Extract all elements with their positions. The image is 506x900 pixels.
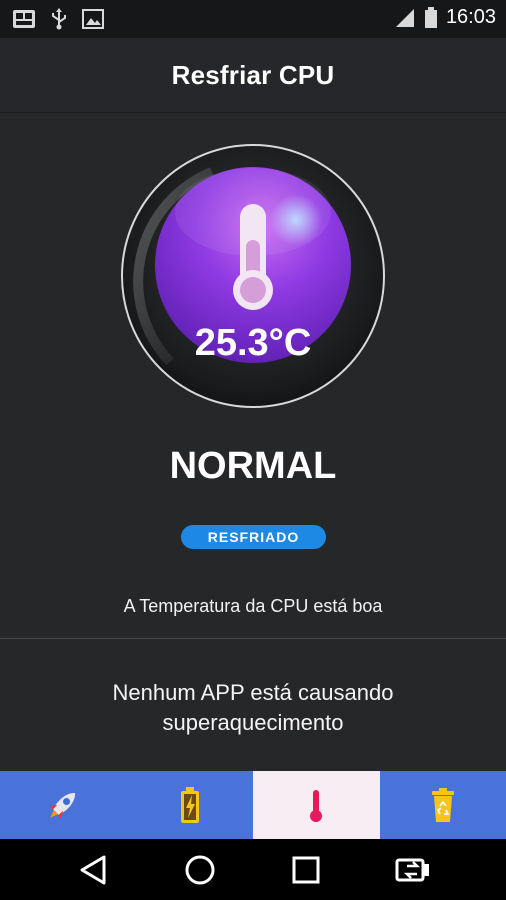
tab-booster[interactable] bbox=[0, 771, 127, 839]
bottom-tab-bar bbox=[0, 771, 506, 839]
status-left-icons bbox=[12, 8, 104, 30]
usb-icon bbox=[52, 8, 66, 30]
battery-icon bbox=[424, 6, 437, 28]
signal-icon bbox=[395, 8, 414, 27]
thermometer-icon bbox=[310, 790, 323, 822]
recents-icon bbox=[292, 856, 320, 883]
back-button[interactable] bbox=[63, 846, 123, 894]
tab-cpu-cooler[interactable] bbox=[253, 771, 380, 839]
trash-recycle-icon bbox=[431, 788, 454, 822]
rocket-icon bbox=[49, 792, 76, 820]
overheating-message: Nenhum APP está causando superaqueciment… bbox=[112, 680, 394, 735]
page-title: Resfriar CPU bbox=[171, 59, 335, 90]
sim-icon bbox=[13, 10, 35, 28]
back-icon bbox=[80, 855, 106, 884]
image-icon bbox=[82, 9, 104, 29]
system-nav-bar bbox=[0, 839, 506, 900]
switch-icon bbox=[395, 858, 429, 881]
status-right-icons: 16:03 bbox=[394, 6, 496, 29]
status-badge: RESFRIADO bbox=[181, 525, 326, 549]
temperature-gauge: 25.3°C bbox=[0, 112, 506, 422]
status-bar: 16:03 bbox=[0, 0, 506, 38]
cpu-status-label: NORMAL bbox=[169, 445, 337, 487]
app-bar: Resfriar CPU bbox=[0, 38, 506, 113]
home-icon bbox=[185, 855, 215, 884]
battery-charging-icon bbox=[180, 787, 199, 823]
tab-battery[interactable] bbox=[127, 771, 254, 839]
status-time: 16:03 bbox=[445, 6, 496, 28]
recents-button[interactable] bbox=[276, 846, 336, 894]
temperature-value: 25.3°C bbox=[195, 322, 312, 364]
gauge-graphic: 25.3°C bbox=[121, 144, 385, 408]
tab-cleaner[interactable] bbox=[380, 771, 506, 839]
status-info-text: A Temperatura da CPU está boa bbox=[123, 596, 383, 616]
switch-button[interactable] bbox=[383, 846, 443, 894]
sparkle-highlight bbox=[270, 194, 322, 246]
home-button[interactable] bbox=[170, 846, 230, 894]
divider bbox=[0, 638, 506, 639]
